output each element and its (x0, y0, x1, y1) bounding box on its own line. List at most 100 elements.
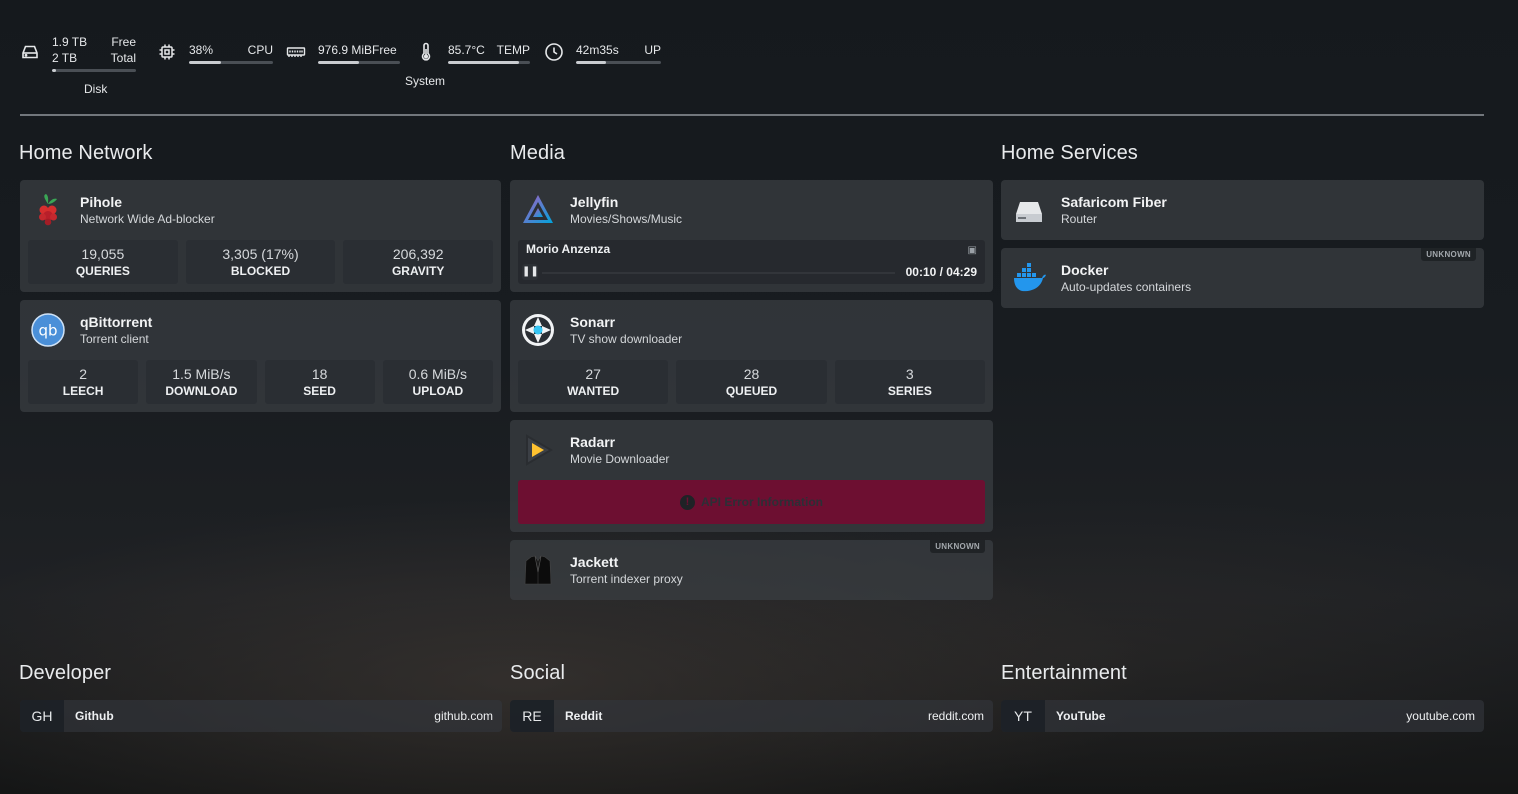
cpu-icon (157, 42, 177, 62)
sonarr-card[interactable]: Sonarr TV show downloader 27 WANTED 28 QUE… (510, 300, 993, 412)
qbittorrent-upload-tile: 0.6 MiB/s UPLOAD (382, 360, 493, 404)
radarr-description: Movie Downloader (570, 452, 670, 466)
uptime-bar (576, 61, 661, 64)
system-stats: 1.9 TB Free 2 TB Total Disk 38% CPU 976.9 M… (20, 34, 720, 104)
sonarr-series-tile: 3 SERIES (834, 360, 985, 404)
disk-total-label: Total (110, 51, 136, 65)
disk-free-value: 1.9 TB (52, 35, 88, 49)
pihole-stats: 19,055 QUERIES 3,305 (17%) BLOCKED 206,392… (28, 240, 494, 284)
jackett-description: Torrent indexer proxy (570, 572, 683, 586)
sonarr-description: TV show downloader (570, 332, 683, 346)
jellyfin-logo-icon (520, 192, 556, 228)
header-divider (20, 114, 1484, 116)
qbittorrent-stats: 2 LEECH 1.5 MiB/s DOWNLOAD 18 SEED 0.6 MiB/… (28, 360, 493, 404)
cpu-label: CPU (247, 43, 273, 57)
playback-time: 00:10 / 04:29 (905, 265, 977, 279)
safaricom-description: Router (1061, 212, 1098, 226)
pause-button[interactable]: ❚❚ (522, 264, 539, 280)
api-error-text: API Error Information (700, 495, 823, 509)
home-services-title: Home Services (1001, 142, 1138, 164)
pihole-name: Pihole (80, 194, 123, 210)
radarr-card[interactable]: Radarr Movie Downloader ! API Error Info… (510, 420, 993, 532)
qbittorrent-leech-tile: 2 LEECH (28, 360, 139, 404)
now-playing-title: Morio Anzenza (526, 242, 611, 256)
pihole-gravity-tile: 206,392 GRAVITY (343, 240, 494, 284)
temp-stat: 85.7°C TEMP (416, 34, 530, 64)
radarr-logo-icon (520, 432, 556, 468)
bookmark-abbr: YT (1001, 700, 1045, 732)
developer-title: Developer (19, 662, 112, 684)
bookmark-abbr: GH (20, 700, 64, 732)
uptime-value: 42m35s (576, 43, 619, 57)
disk-free-label: Free (111, 35, 136, 49)
jackett-logo-icon (520, 552, 556, 588)
playback-progress[interactable] (542, 272, 895, 274)
docker-logo-icon (1011, 260, 1047, 296)
sonarr-stats: 27 WANTED 28 QUEUED 3 SERIES (518, 360, 985, 404)
disk-usage-bar (52, 69, 136, 72)
bookmark-name: YouTube (1056, 709, 1106, 723)
bookmark-abbr: RE (510, 700, 554, 732)
docker-description: Auto-updates containers (1061, 280, 1192, 294)
docker-name: Docker (1061, 262, 1109, 278)
system-group-label: System (405, 74, 446, 88)
safaricom-card[interactable]: Safaricom Fiber Router (1001, 180, 1484, 240)
bookmark-url: github.com (434, 709, 493, 723)
entertainment-title: Entertainment (1001, 662, 1127, 684)
memory-stat: 976.9 MiBFree (286, 34, 400, 64)
bookmark-url: youtube.com (1406, 709, 1475, 723)
temp-value: 85.7°C (448, 43, 485, 57)
jellyfin-description: Movies/Shows/Music (570, 212, 683, 226)
qbittorrent-description: Torrent client (80, 332, 149, 346)
qbittorrent-name: qBittorrent (80, 314, 153, 330)
sonarr-wanted-tile: 27 WANTED (518, 360, 669, 404)
safaricom-name: Safaricom Fiber (1061, 194, 1167, 210)
qbittorrent-card[interactable]: qb qBittorrent Torrent client 2 LEECH 1.5… (20, 300, 501, 412)
temp-label: TEMP (496, 43, 530, 57)
jellyfin-name: Jellyfin (570, 194, 619, 210)
bookmark-youtube[interactable]: YT YouTube youtube.com (1001, 700, 1484, 732)
status-badge: UNKNOWN (930, 540, 985, 553)
cpu-stat: 38% CPU (157, 34, 273, 64)
router-icon (1011, 192, 1047, 228)
qbittorrent-seed-tile: 18 SEED (264, 360, 375, 404)
memory-value: 976.9 MiBFree (318, 43, 397, 57)
social-title: Social (510, 662, 566, 684)
status-badge: UNKNOWN (1421, 248, 1476, 261)
pihole-queries-tile: 19,055 QUERIES (28, 240, 178, 284)
uptime-label: UP (644, 43, 661, 57)
media-title: Media (510, 142, 565, 164)
pihole-card[interactable]: Pihole Network Wide Ad-blocker 19,055 QUE… (20, 180, 501, 292)
bookmark-github[interactable]: GH Github github.com (20, 700, 502, 732)
cpu-usage-bar (189, 61, 273, 64)
memory-usage-bar (318, 61, 400, 64)
uptime-stat: 42m35s UP (544, 34, 661, 64)
clock-icon (544, 42, 564, 62)
pihole-description: Network Wide Ad-blocker (80, 212, 215, 226)
qbittorrent-logo-icon: qb (30, 312, 66, 348)
api-error-banner[interactable]: ! API Error Information (518, 480, 985, 524)
sonarr-queued-tile: 28 QUEUED (676, 360, 827, 404)
disk-total-value: 2 TB (52, 51, 78, 65)
radarr-name: Radarr (570, 434, 616, 450)
docker-card[interactable]: UNKNOWN Docker Auto-updates containers (1001, 248, 1484, 308)
memory-icon (286, 42, 306, 62)
temp-usage-bar (448, 61, 530, 64)
home-network-title: Home Network (19, 142, 153, 164)
error-icon: ! (679, 494, 695, 510)
svg-text:qb: qb (38, 322, 57, 340)
bookmark-name: Reddit (565, 709, 603, 723)
thermometer-icon (416, 42, 436, 62)
jackett-card[interactable]: UNKNOWN Jackett Torrent indexer proxy (510, 540, 993, 600)
hard-drive-icon (20, 42, 40, 62)
sonarr-logo-icon (520, 312, 556, 348)
screen-icon[interactable]: ▣ (968, 245, 977, 256)
pihole-logo-icon (30, 192, 66, 228)
sonarr-name: Sonarr (570, 314, 616, 330)
bookmark-reddit[interactable]: RE Reddit reddit.com (510, 700, 993, 732)
bookmark-name: Github (75, 709, 114, 723)
pihole-blocked-tile: 3,305 (17%) BLOCKED (185, 240, 336, 284)
jellyfin-card[interactable]: Jellyfin Movies/Shows/Music Morio Anzenz… (510, 180, 993, 292)
qbittorrent-download-tile: 1.5 MiB/s DOWNLOAD (146, 360, 257, 404)
bookmark-url: reddit.com (927, 709, 984, 723)
